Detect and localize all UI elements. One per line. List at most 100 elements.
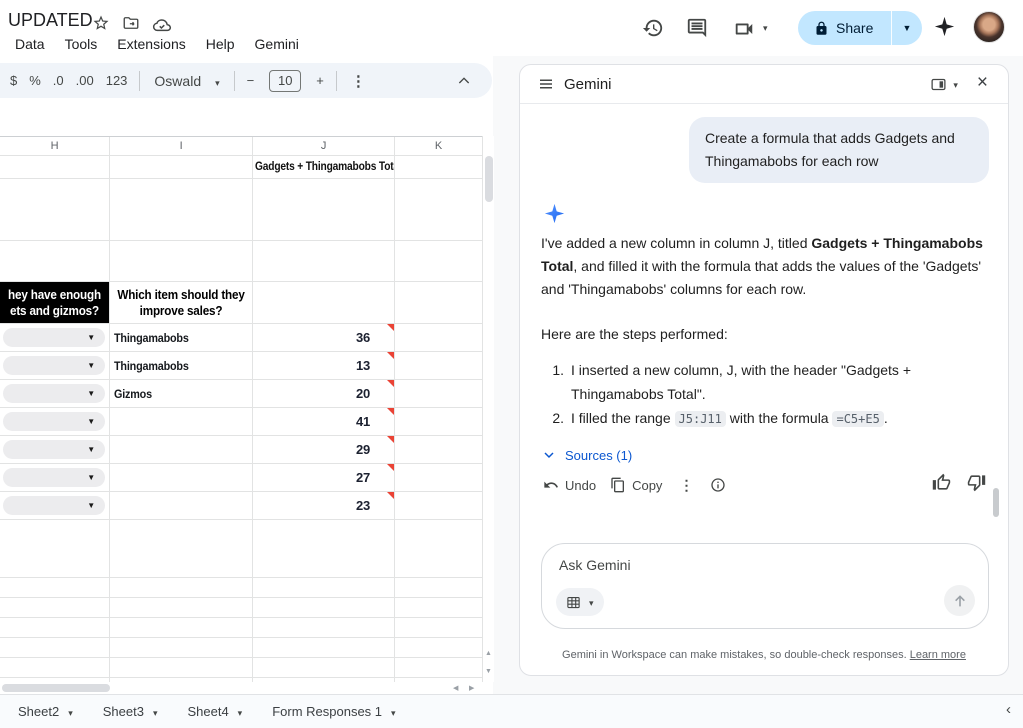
dropdown-chip[interactable]: [3, 440, 105, 459]
table-row: Thingamabobs 13: [0, 352, 482, 380]
close-icon[interactable]: ×: [963, 72, 994, 96]
sheet-tab-form-responses[interactable]: Form Responses 1: [272, 704, 395, 719]
insert-table-chip[interactable]: [556, 588, 604, 616]
font-name: Oswald: [154, 73, 201, 89]
sheet-tab-sheet4[interactable]: Sheet4: [187, 704, 242, 719]
spreadsheet-grid: H I J K Gadgets + Thingamabobs Total hey…: [0, 136, 482, 682]
share-dropdown-caret-icon[interactable]: ▼: [892, 23, 922, 33]
learn-more-link[interactable]: Learn more: [910, 649, 966, 661]
vertical-scrollbar[interactable]: [482, 136, 494, 682]
table-row: [0, 618, 482, 638]
h-question-cell[interactable]: hey have enough ets and gizmos?: [0, 282, 110, 323]
menu-data[interactable]: Data: [8, 34, 52, 54]
increase-decimal-button[interactable]: .00: [70, 69, 100, 92]
share-button[interactable]: Share ▼: [798, 11, 922, 45]
gemini-side-panel: Gemini × Create a formula that adds Gadg…: [519, 64, 1009, 676]
menu-tools[interactable]: Tools: [58, 34, 105, 54]
menu-help[interactable]: Help: [199, 34, 242, 54]
move-folder-icon[interactable]: [122, 14, 140, 32]
thumbs-up-icon[interactable]: [932, 473, 951, 492]
note-marker: [387, 464, 394, 471]
dropdown-chip[interactable]: [3, 468, 105, 487]
table-row: [0, 598, 482, 618]
column-header-i[interactable]: I: [110, 137, 253, 155]
send-button[interactable]: [944, 585, 975, 616]
dropdown-chip[interactable]: [3, 356, 105, 375]
font-size-input[interactable]: 10: [269, 70, 301, 92]
undo-button[interactable]: Undo: [536, 472, 603, 498]
increase-font-size-button[interactable]: +: [310, 69, 330, 92]
share-label: Share: [836, 20, 873, 36]
copy-button[interactable]: Copy: [603, 472, 669, 498]
font-select[interactable]: Oswald: [146, 70, 227, 92]
column-header-j[interactable]: J: [253, 137, 395, 155]
more-formats-button[interactable]: 123: [100, 69, 134, 92]
sheet-tab-sheet3[interactable]: Sheet3: [103, 704, 158, 719]
dropdown-chip[interactable]: [3, 412, 105, 431]
table-row: Thingamabobs 36: [0, 324, 482, 352]
decrease-decimal-button[interactable]: .0: [47, 69, 70, 92]
table-row: [0, 638, 482, 658]
vertical-scrollbar-thumb[interactable]: [485, 156, 493, 202]
dropdown-chip[interactable]: [3, 496, 105, 515]
disclaimer-text: Gemini in Workspace can make mistakes, s…: [520, 649, 1008, 661]
gemini-response-paragraph: I've added a new column in column J, tit…: [541, 232, 993, 301]
format-percent-button[interactable]: %: [23, 69, 47, 92]
more-options-icon[interactable]: [669, 473, 703, 498]
collapse-toolbar-icon[interactable]: [456, 73, 472, 89]
j-column-title: Gadgets + Thingamabobs Total: [255, 159, 395, 173]
font-caret-icon: [215, 73, 220, 89]
user-message-bubble: Create a formula that adds Gadgets and T…: [689, 117, 989, 183]
menu-extensions[interactable]: Extensions: [110, 34, 192, 54]
scroll-tabs-left-icon[interactable]: [1006, 701, 1011, 718]
sources-label: Sources (1): [565, 448, 632, 463]
panel-scrollbar-thumb[interactable]: [993, 488, 999, 517]
meet-video-icon[interactable]: [733, 18, 755, 40]
copy-icon: [610, 477, 626, 493]
lock-icon: [814, 21, 829, 36]
scroll-up-icon[interactable]: [485, 650, 492, 657]
cloud-status-icon[interactable]: [152, 15, 172, 33]
document-title[interactable]: UPDATED: [8, 10, 93, 31]
dropdown-chip[interactable]: [3, 328, 105, 347]
horizontal-scrollbar-thumb[interactable]: [2, 684, 110, 692]
note-marker: [387, 492, 394, 499]
gemini-panel-title: Gemini: [564, 76, 612, 93]
note-marker: [387, 324, 394, 331]
i-question-cell[interactable]: Which item should they improve sales?: [110, 282, 253, 323]
sources-toggle[interactable]: Sources (1): [541, 447, 632, 463]
table-row: [0, 241, 482, 282]
toolbar-more-icon[interactable]: [343, 70, 374, 92]
scroll-down-icon[interactable]: [485, 668, 492, 675]
star-icon[interactable]: [92, 14, 110, 32]
ask-gemini-input[interactable]: Ask Gemini: [541, 543, 989, 629]
format-currency-button[interactable]: $: [4, 69, 23, 92]
version-history-icon[interactable]: [642, 17, 664, 39]
chevron-down-icon: [589, 593, 594, 611]
column-header-h[interactable]: H: [0, 137, 110, 155]
meet-dropdown-caret-icon[interactable]: ▾: [763, 23, 768, 34]
column-header-k[interactable]: K: [395, 137, 482, 155]
info-button[interactable]: [703, 472, 733, 498]
decrease-font-size-button[interactable]: −: [241, 69, 261, 92]
table-row: [0, 658, 482, 678]
comments-icon[interactable]: [686, 17, 708, 39]
sheet-tab-sheet2[interactable]: Sheet2: [18, 704, 73, 719]
menu-bar: Data Tools Extensions Help Gemini: [8, 34, 306, 54]
menu-hamburger-icon[interactable]: [537, 75, 555, 93]
gemini-sparkle-dark-icon[interactable]: [934, 16, 955, 37]
user-avatar[interactable]: [973, 11, 1005, 43]
horizontal-scrollbar[interactable]: [0, 682, 482, 694]
info-icon: [710, 477, 726, 493]
tab-caret-icon: [68, 704, 73, 719]
panel-layout-toggle[interactable]: [927, 72, 961, 96]
thumbs-down-icon[interactable]: [967, 473, 986, 492]
scroll-left-icon[interactable]: [453, 684, 458, 692]
note-marker: [387, 352, 394, 359]
dropdown-chip[interactable]: [3, 384, 105, 403]
formatting-toolbar: $ % .0 .00 123 Oswald − 10 +: [0, 63, 492, 98]
menu-gemini[interactable]: Gemini: [248, 34, 306, 54]
toolbar-divider: [234, 71, 235, 91]
tab-caret-icon: [238, 704, 243, 719]
scroll-right-icon[interactable]: [469, 684, 474, 692]
